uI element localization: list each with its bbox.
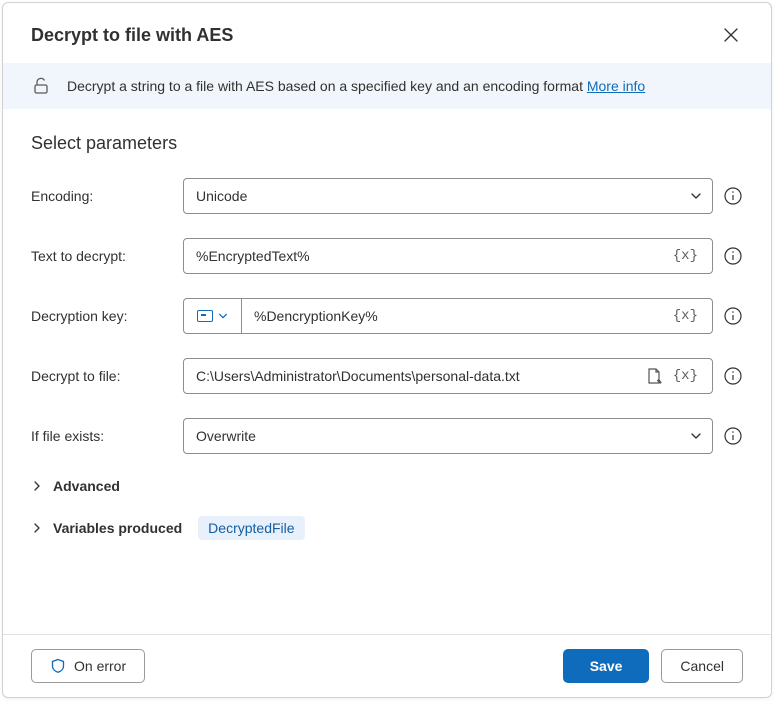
dialog: Decrypt to file with AES Decrypt a strin… <box>2 2 772 698</box>
variable-picker-icon[interactable]: {x} <box>669 368 702 384</box>
row-decryption-key: Decryption key: {x} <box>31 298 743 334</box>
info-icon[interactable] <box>723 366 743 386</box>
encoding-select[interactable]: Unicode <box>183 178 713 214</box>
variables-label: Variables produced <box>53 520 182 536</box>
header: Decrypt to file with AES <box>3 3 771 63</box>
text-input-icon <box>197 310 213 322</box>
row-decrypt-to-file: Decrypt to file: {x} <box>31 358 743 394</box>
footer-actions: Save Cancel <box>563 649 743 683</box>
variables-expander[interactable]: Variables produced DecryptedFile <box>31 516 743 540</box>
label-text-to-decrypt: Text to decrypt: <box>31 248 171 264</box>
if-exists-select[interactable]: Overwrite <box>183 418 713 454</box>
info-icon[interactable] <box>723 186 743 206</box>
text-to-decrypt-input[interactable]: {x} <box>183 238 713 274</box>
info-icon[interactable] <box>723 306 743 326</box>
chevron-down-icon <box>690 190 702 202</box>
label-encoding: Encoding: <box>31 188 171 204</box>
decrypt-to-file-field[interactable] <box>196 368 645 384</box>
section-title: Select parameters <box>31 133 743 154</box>
row-encoding: Encoding: Unicode <box>31 178 743 214</box>
chevron-down-icon <box>218 311 228 321</box>
encoding-value: Unicode <box>196 188 690 204</box>
input-type-toggle[interactable] <box>184 299 242 333</box>
banner-text-wrap: Decrypt a string to a file with AES base… <box>67 78 645 94</box>
file-browse-icon[interactable] <box>645 367 663 385</box>
cancel-button[interactable]: Cancel <box>661 649 743 683</box>
row-if-exists: If file exists: Overwrite <box>31 418 743 454</box>
banner-text: Decrypt a string to a file with AES base… <box>67 78 587 94</box>
lock-open-icon <box>31 76 51 96</box>
on-error-button[interactable]: On error <box>31 649 145 683</box>
on-error-label: On error <box>74 658 126 674</box>
if-exists-value: Overwrite <box>196 428 690 444</box>
label-decrypt-to-file: Decrypt to file: <box>31 368 171 384</box>
close-icon <box>724 28 738 42</box>
advanced-expander[interactable]: Advanced <box>31 478 743 494</box>
label-if-exists: If file exists: <box>31 428 171 444</box>
info-icon[interactable] <box>723 426 743 446</box>
content: Select parameters Encoding: Unicode Text… <box>3 109 771 634</box>
save-button[interactable]: Save <box>563 649 650 683</box>
variable-picker-icon[interactable]: {x} <box>669 308 702 324</box>
row-text-to-decrypt: Text to decrypt: {x} <box>31 238 743 274</box>
variable-picker-icon[interactable]: {x} <box>669 248 702 264</box>
dialog-title: Decrypt to file with AES <box>31 25 233 46</box>
shield-icon <box>50 658 66 674</box>
decryption-key-field[interactable] <box>254 308 669 324</box>
chevron-down-icon <box>690 430 702 442</box>
chevron-right-icon <box>31 522 43 534</box>
info-banner: Decrypt a string to a file with AES base… <box>3 63 771 109</box>
close-button[interactable] <box>717 21 745 49</box>
chevron-right-icon <box>31 480 43 492</box>
variable-chip[interactable]: DecryptedFile <box>198 516 304 540</box>
info-icon[interactable] <box>723 246 743 266</box>
footer: On error Save Cancel <box>3 634 771 697</box>
decryption-key-input[interactable]: {x} <box>183 298 713 334</box>
advanced-label: Advanced <box>53 478 120 494</box>
text-to-decrypt-field[interactable] <box>196 248 669 264</box>
more-info-link[interactable]: More info <box>587 78 645 94</box>
decrypt-to-file-input[interactable]: {x} <box>183 358 713 394</box>
label-decryption-key: Decryption key: <box>31 308 171 324</box>
